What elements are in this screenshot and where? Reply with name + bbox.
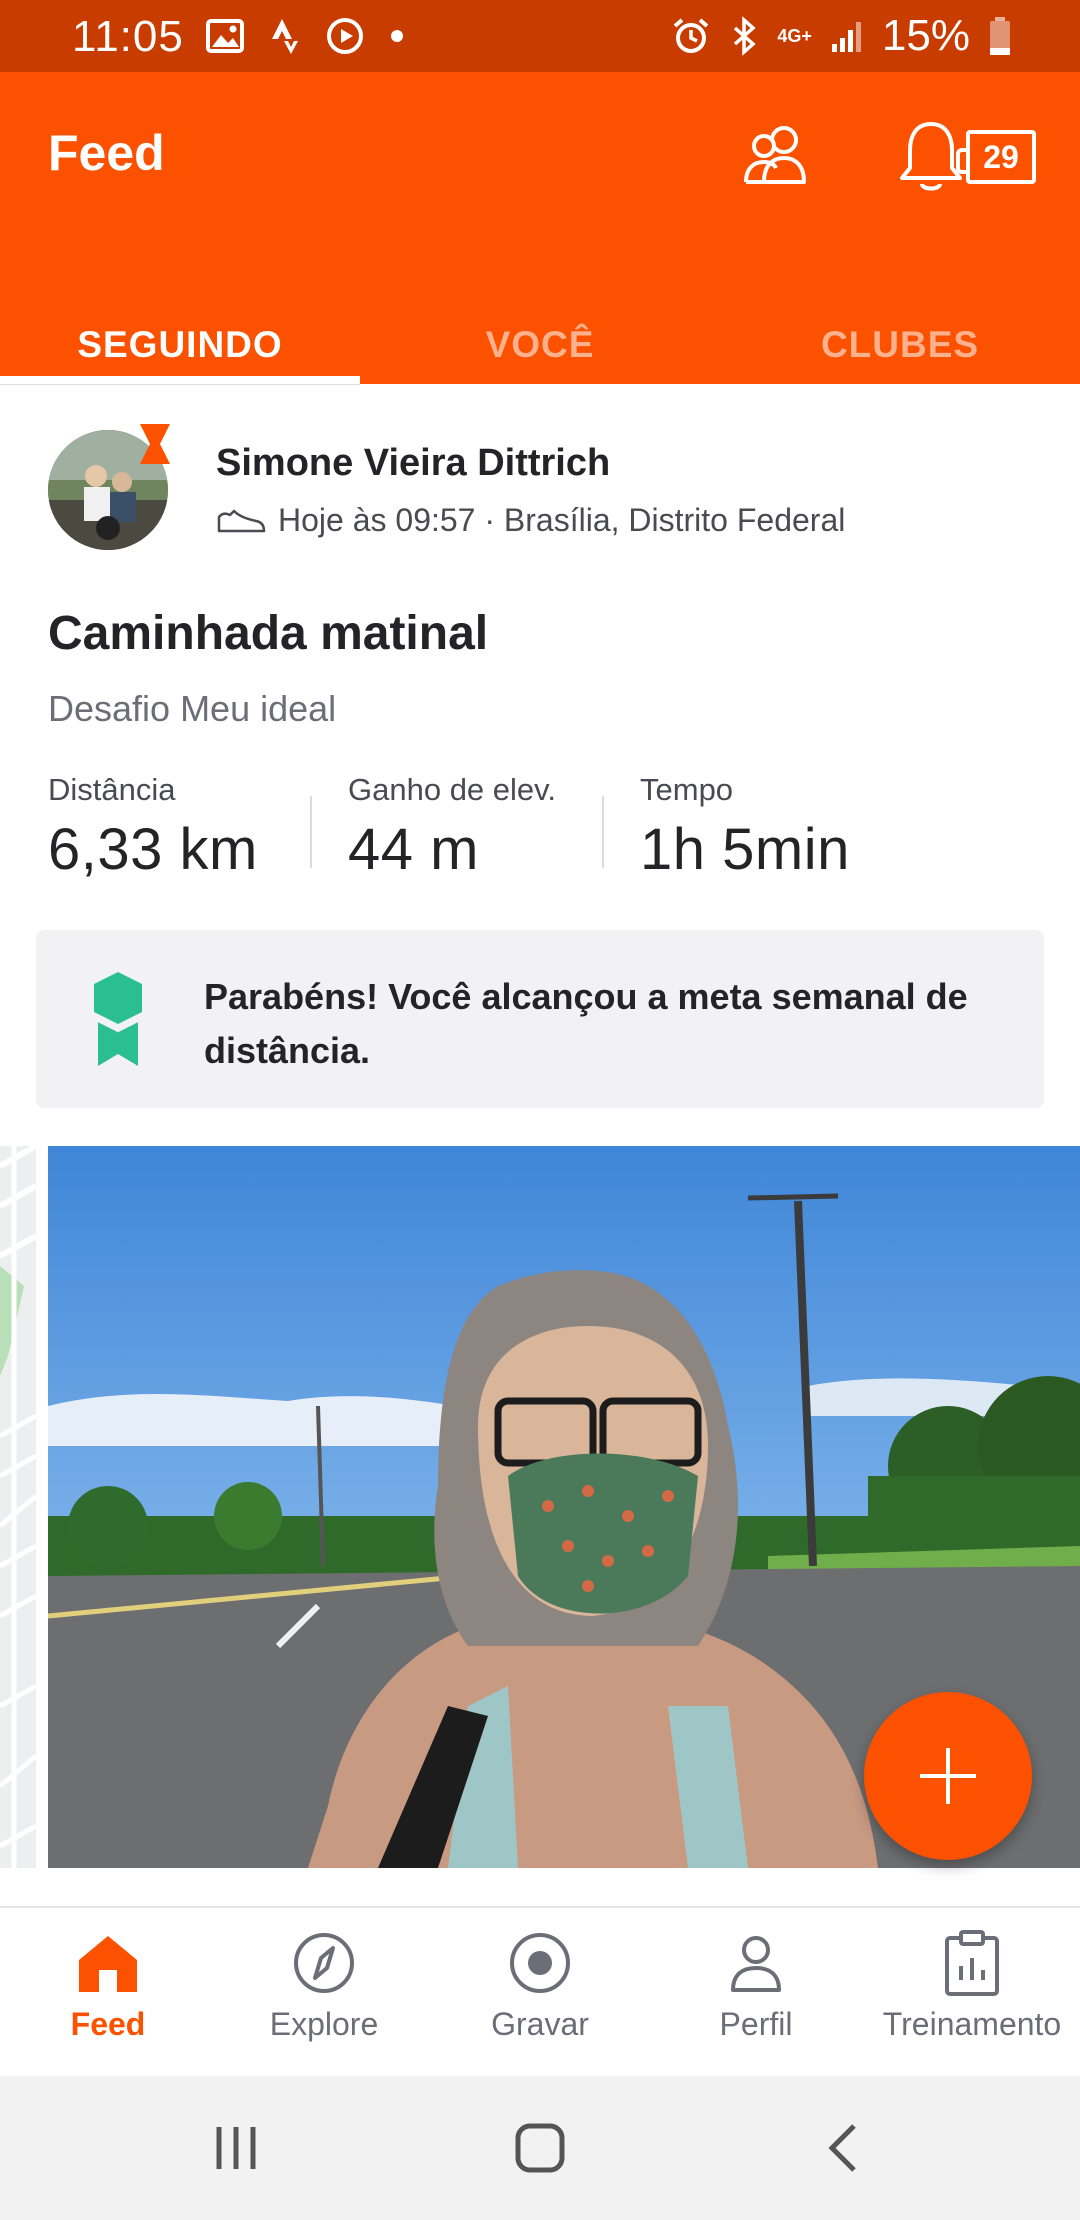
- stat-value: 1h 5min: [640, 817, 850, 882]
- nav-label: Explore: [269, 2006, 379, 2042]
- activity-description: Desafio Meu ideal: [48, 688, 337, 729]
- back-button[interactable]: [802, 2112, 882, 2184]
- status-system-icons: 4G+ 15%: [671, 11, 1012, 60]
- goal-message: Parabéns! Você alcançou a meta semanal d…: [204, 976, 968, 1071]
- nav-label: Perfil: [719, 2006, 793, 2042]
- stat-divider: [310, 796, 312, 868]
- battery-icon: [990, 17, 1010, 55]
- friends-icon[interactable]: [740, 122, 814, 186]
- app-header: Feed 29 SEGUINDO VOCÊ CLUBES: [0, 72, 1080, 384]
- activity-title[interactable]: Caminhada matinal: [48, 606, 488, 661]
- route-map-thumbnail[interactable]: [0, 1146, 36, 1868]
- nav-training[interactable]: Treinamento: [864, 1908, 1080, 2076]
- person-icon: [731, 1936, 781, 1992]
- active-tab-indicator: [0, 376, 360, 384]
- network-type: 4G+: [777, 26, 812, 46]
- record-icon: [510, 1933, 570, 1993]
- back-chevron-icon: [828, 2124, 856, 2172]
- notification-count-badge[interactable]: 29: [956, 130, 1036, 184]
- compass-icon: [294, 1933, 354, 1993]
- activity-stats: Distância 6,33 km Ganho de elev. 44 m Te…: [48, 772, 1048, 892]
- nav-record[interactable]: Gravar: [432, 1908, 648, 2076]
- status-time: 11:05: [72, 12, 184, 61]
- activity-datetime-location: Hoje às 09:57 · Brasília, Distrito Feder…: [278, 502, 846, 538]
- feed-tabs: SEGUINDO VOCÊ CLUBES: [0, 304, 1080, 384]
- status-notifications: [206, 14, 404, 58]
- clipboard-chart-icon: [945, 1930, 999, 1996]
- nav-feed[interactable]: Feed: [0, 1908, 216, 2076]
- home-square-icon: [515, 2123, 565, 2173]
- achievement-badge-icon: [94, 972, 142, 1066]
- notifications-bell-icon[interactable]: [898, 120, 964, 194]
- stat-value: 6,33 km: [48, 817, 258, 882]
- stat-divider: [602, 796, 604, 868]
- add-activity-button[interactable]: [864, 1692, 1032, 1860]
- nav-explore[interactable]: Explore: [216, 1908, 432, 2076]
- tab-seguindo[interactable]: SEGUINDO: [0, 304, 360, 384]
- subscriber-badge-icon: [140, 424, 170, 464]
- shoe-icon: [217, 509, 266, 532]
- stat-label: Tempo: [640, 772, 734, 807]
- tab-voce[interactable]: VOCÊ: [360, 304, 720, 384]
- stat-elevation: Ganho de elev. 44 m: [348, 772, 556, 883]
- alarm-icon: [674, 18, 709, 53]
- stat-distance: Distância 6,33 km: [48, 772, 258, 883]
- tab-clubes[interactable]: CLUBES: [720, 304, 1080, 384]
- gallery-icon: [206, 19, 244, 53]
- athlete-name[interactable]: Simone Vieira Dittrich: [216, 442, 610, 485]
- battery-percent: 15%: [881, 11, 970, 60]
- nav-profile[interactable]: Perfil: [648, 1908, 864, 2076]
- signal-icon: [831, 22, 861, 52]
- dot-icon: [391, 30, 403, 42]
- stat-label: Ganho de elev.: [348, 772, 556, 807]
- recent-apps-button[interactable]: [196, 2112, 276, 2184]
- page-title: Feed: [48, 125, 165, 181]
- nav-label: Feed: [70, 2006, 146, 2042]
- stat-value: 44 m: [348, 817, 479, 882]
- bluetooth-icon: [734, 16, 757, 56]
- play-circle-icon: [327, 18, 363, 54]
- system-navigation-bar: [0, 2076, 1080, 2220]
- plus-icon: [920, 1748, 976, 1804]
- home-icon: [79, 1936, 137, 1992]
- status-bar: 11:05 4G+ 15%: [0, 0, 1080, 72]
- activity-meta: Hoje às 09:57 · Brasília, Distrito Feder…: [216, 502, 845, 539]
- recent-apps-icon: [216, 2127, 256, 2169]
- nav-label: Treinamento: [882, 2006, 1062, 2042]
- nav-label: Gravar: [491, 2006, 589, 2042]
- goal-achievement-banner[interactable]: Parabéns! Você alcançou a meta semanal d…: [36, 930, 1044, 1108]
- stat-label: Distância: [48, 772, 176, 807]
- strava-logo-icon: [272, 19, 298, 54]
- bottom-navigation: Feed Explore Gravar Perfil Treinamento: [0, 1906, 1080, 2076]
- stat-time: Tempo 1h 5min: [640, 772, 850, 883]
- home-button[interactable]: [500, 2112, 580, 2184]
